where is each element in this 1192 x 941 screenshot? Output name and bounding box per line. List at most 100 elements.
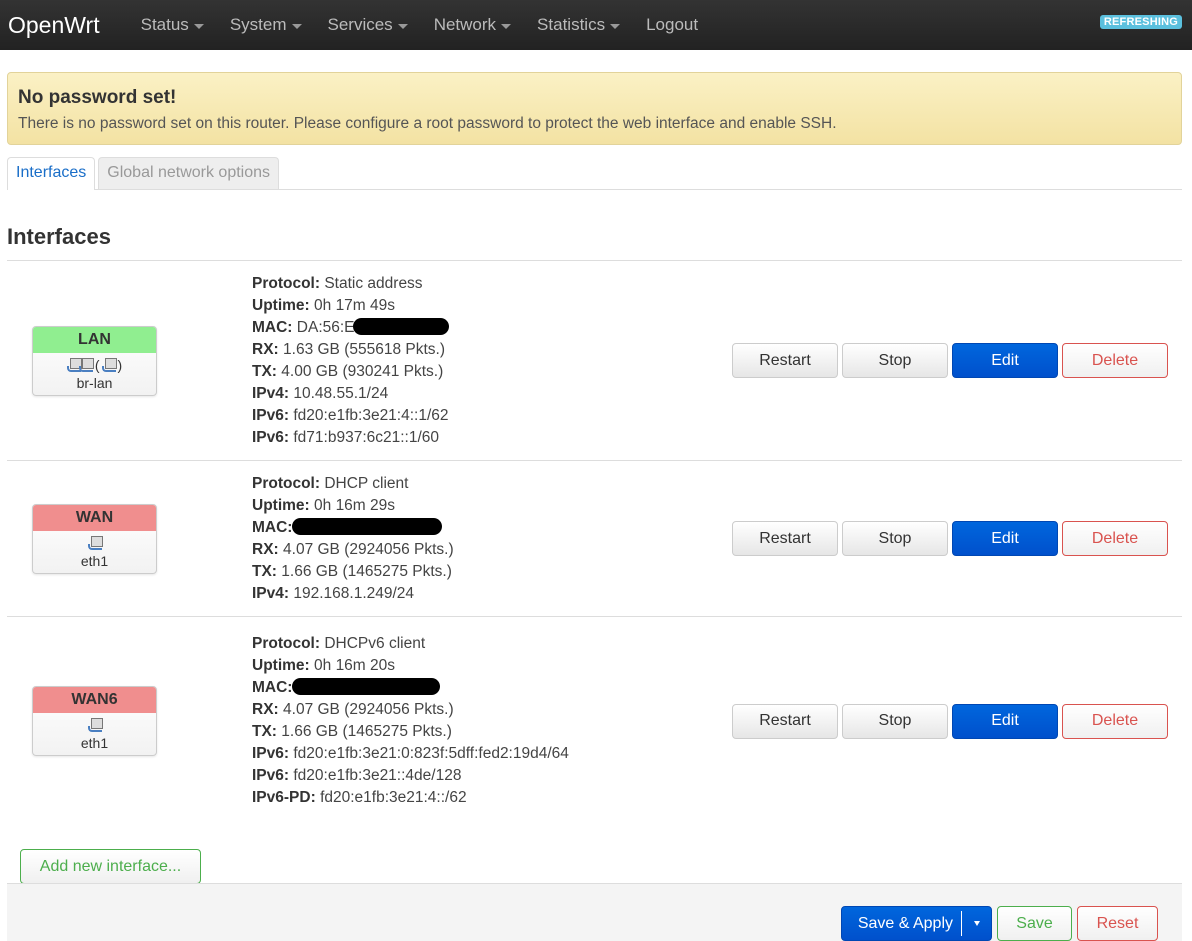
interface-row-wan6: WAN6 eth1 Protocol: DHCPv6 client Uptime…: [7, 617, 1182, 825]
reset-button[interactable]: Reset: [1077, 906, 1158, 941]
top-navbar: OpenWrt Status System Services Network S…: [0, 0, 1192, 50]
tab-global-network-options[interactable]: Global network options: [98, 157, 280, 189]
address-value: 192.168.1.249/24: [293, 584, 415, 602]
row-actions: Restart Stop Edit Delete: [732, 703, 1168, 739]
field-label: Protocol:: [252, 274, 321, 292]
field-label: TX:: [252, 562, 277, 580]
alert-title: No password set!: [18, 87, 177, 108]
delete-button[interactable]: Delete: [1062, 343, 1168, 378]
menu-label: Logout: [646, 15, 699, 34]
no-password-alert: No password set! There is no password se…: [7, 72, 1182, 145]
save-apply-dropdown-toggle[interactable]: [962, 907, 991, 940]
caret-down-icon: [291, 23, 302, 29]
delete-button[interactable]: Delete: [1062, 703, 1168, 739]
interface-details: Protocol: Static address Uptime: 0h 17m …: [252, 273, 732, 449]
interface-row-lan: LAN () br-lan Protocol: Static address U…: [7, 261, 1182, 461]
interface-name: WAN: [33, 504, 156, 531]
main-menu: Status System Services Network Statistic…: [128, 15, 711, 35]
tx-value: 1.66 GB (1465275 Pkts.): [281, 723, 452, 740]
caret-down-icon: [501, 23, 512, 29]
save-apply-split-button: Save & Apply: [840, 906, 992, 941]
brand-logo[interactable]: OpenWrt: [0, 12, 108, 39]
interface-name: LAN: [33, 326, 156, 353]
menu-logout[interactable]: Logout: [633, 15, 711, 35]
redaction-mark: [292, 678, 441, 695]
stop-button[interactable]: Stop: [842, 343, 948, 378]
field-label: IPv4:: [252, 584, 290, 602]
tx-value: 4.00 GB (930241 Pkts.): [281, 362, 444, 380]
caret-down-icon: [610, 23, 621, 29]
section-title: Interfaces: [7, 224, 111, 249]
edit-button[interactable]: Edit: [952, 703, 1058, 739]
interface-name: WAN6: [33, 687, 156, 713]
address-value: fd20:e1fb:3e21:0:823f:5dff:fed2:19d4/64: [293, 745, 569, 762]
save-button[interactable]: Save: [997, 906, 1072, 941]
field-label: TX:: [252, 723, 277, 740]
rx-value: 4.07 GB (2924056 Pkts.): [283, 701, 454, 718]
uptime-value: 0h 16m 20s: [314, 657, 396, 674]
menu-label: Services: [327, 15, 393, 34]
save-apply-button[interactable]: Save & Apply: [842, 907, 961, 940]
alert-text: There is no password set on this router.…: [18, 115, 837, 132]
interface-badge[interactable]: WAN6 eth1: [32, 686, 157, 756]
menu-statistics[interactable]: Statistics: [524, 15, 633, 35]
restart-button[interactable]: Restart: [732, 521, 838, 556]
menu-label: Status: [140, 15, 189, 34]
field-label: IPv6:: [252, 745, 290, 762]
address-value: 10.48.55.1/24: [293, 384, 389, 402]
caret-down-icon: [193, 23, 204, 29]
row-actions: Restart Stop Edit Delete: [732, 521, 1168, 556]
address-value: fd20:e1fb:3e21:4::/62: [320, 789, 467, 806]
menu-network[interactable]: Network: [421, 15, 524, 35]
protocol-value: Static address: [324, 274, 423, 292]
menu-services[interactable]: Services: [315, 15, 421, 35]
field-label: Uptime:: [252, 496, 310, 514]
add-new-interface-button[interactable]: Add new interface...: [20, 849, 201, 884]
field-label: IPv4:: [252, 384, 290, 402]
rx-value: 4.07 GB (2924056 Pkts.): [283, 540, 454, 558]
field-label: Protocol:: [252, 474, 321, 492]
restart-button[interactable]: Restart: [732, 703, 838, 739]
caret-down-icon: [397, 23, 408, 29]
menu-system[interactable]: System: [217, 15, 315, 35]
interface-row-wan: WAN eth1 Protocol: DHCP client Uptime: 0…: [7, 461, 1182, 617]
refreshing-badge[interactable]: REFRESHING: [1099, 15, 1182, 29]
stop-button[interactable]: Stop: [842, 703, 948, 739]
interface-device: eth1: [80, 552, 109, 569]
interfaces-table: LAN () br-lan Protocol: Static address U…: [7, 260, 1182, 825]
uptime-value: 0h 16m 29s: [314, 496, 396, 514]
edit-button[interactable]: Edit: [952, 343, 1058, 378]
paren-open: (: [94, 356, 100, 373]
delete-button[interactable]: Delete: [1062, 521, 1168, 556]
protocol-value: DHCP client: [324, 474, 409, 492]
interface-device: br-lan: [76, 374, 113, 391]
edit-button[interactable]: Edit: [952, 521, 1058, 556]
stop-button[interactable]: Stop: [842, 521, 948, 556]
field-label: IPv6:: [252, 406, 290, 424]
interface-badge[interactable]: WAN eth1: [32, 503, 157, 574]
page-actions-footer: Save & Apply Save Reset: [7, 883, 1182, 941]
interface-details: Protocol: DHCPv6 client Uptime: 0h 16m 2…: [252, 633, 732, 809]
mac-value: DA:56:E: [296, 318, 355, 336]
field-label: TX:: [252, 362, 277, 380]
interface-badge[interactable]: LAN () br-lan: [32, 325, 157, 396]
tab-bar: Interfaces Global network options: [7, 157, 1182, 190]
field-label: Uptime:: [252, 296, 310, 314]
ethernet-port-icon: [101, 357, 117, 372]
interface-details: Protocol: DHCP client Uptime: 0h 16m 29s…: [252, 473, 732, 605]
menu-status[interactable]: Status: [128, 15, 217, 35]
field-label: IPv6-PD:: [252, 789, 316, 806]
field-label: MAC:: [252, 518, 293, 536]
redaction-mark: [292, 517, 443, 535]
field-label: MAC:: [252, 318, 293, 336]
field-label: RX:: [252, 701, 279, 718]
paren-close: ): [117, 356, 123, 373]
row-actions: Restart Stop Edit Delete: [732, 343, 1168, 378]
tab-interfaces[interactable]: Interfaces: [7, 157, 96, 190]
field-label: MAC:: [252, 679, 293, 696]
address-value: fd20:e1fb:3e21:4::1/62: [293, 406, 449, 424]
tx-value: 1.66 GB (1465275 Pkts.): [281, 562, 452, 580]
restart-button[interactable]: Restart: [732, 343, 838, 378]
field-label: IPv6:: [252, 428, 290, 446]
field-label: RX:: [252, 340, 279, 358]
